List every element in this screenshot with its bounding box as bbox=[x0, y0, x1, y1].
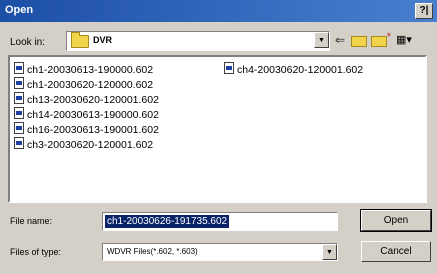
look-in-dropdown[interactable]: DVR ▼ bbox=[66, 31, 330, 51]
list-item[interactable]: ch13-20030620-120001.602 bbox=[14, 92, 159, 106]
open-button[interactable]: Open bbox=[360, 209, 432, 232]
look-in-label: Look in: bbox=[10, 37, 46, 48]
chevron-down-icon[interactable]: ▼ bbox=[314, 32, 329, 48]
up-folder-icon[interactable] bbox=[351, 36, 367, 47]
list-item[interactable]: ch4-20030620-120001.602 bbox=[224, 62, 363, 76]
file-icon bbox=[14, 77, 24, 89]
file-name-label: File name: bbox=[10, 216, 53, 226]
file-name-input[interactable]: ch1-20030626-191735.602 bbox=[102, 212, 338, 231]
file-type-label: Files of type: bbox=[10, 247, 62, 257]
list-item[interactable]: ch16-20030613-190001.602 bbox=[14, 122, 159, 136]
file-name-value: ch1-20030626-191735.602 bbox=[105, 215, 230, 228]
file-icon bbox=[14, 62, 24, 74]
back-arrow-icon[interactable]: ⇐ bbox=[333, 32, 347, 48]
window-title: Open bbox=[5, 4, 34, 16]
file-icon bbox=[224, 62, 234, 74]
file-icon bbox=[14, 107, 24, 119]
chevron-down-icon[interactable]: ▼ bbox=[322, 244, 337, 260]
look-in-value: DVR bbox=[93, 35, 113, 45]
file-icon bbox=[14, 92, 24, 104]
file-list[interactable]: ch1-20030613-190000.602 ch1-20030620-120… bbox=[8, 55, 427, 203]
title-bar: Open ?| bbox=[0, 0, 437, 22]
file-type-value: WDVR Files(*.602, *.603) bbox=[107, 247, 198, 256]
new-folder-icon[interactable] bbox=[371, 29, 391, 47]
list-item[interactable]: ch14-20030613-190000.602 bbox=[14, 107, 159, 121]
list-item[interactable]: ch3-20030620-120001.602 bbox=[14, 137, 153, 151]
file-icon bbox=[14, 137, 24, 149]
file-icon bbox=[14, 122, 24, 134]
folder-icon bbox=[71, 32, 89, 48]
list-item[interactable]: ch1-20030620-120000.602 bbox=[14, 77, 153, 91]
cancel-button[interactable]: Cancel bbox=[361, 241, 431, 262]
list-item[interactable]: ch1-20030613-190000.602 bbox=[14, 62, 153, 76]
help-button[interactable]: ?| bbox=[415, 3, 433, 19]
view-menu-icon[interactable]: ▦▾ bbox=[392, 32, 416, 48]
file-type-dropdown[interactable]: WDVR Files(*.602, *.603) ▼ bbox=[102, 243, 338, 261]
